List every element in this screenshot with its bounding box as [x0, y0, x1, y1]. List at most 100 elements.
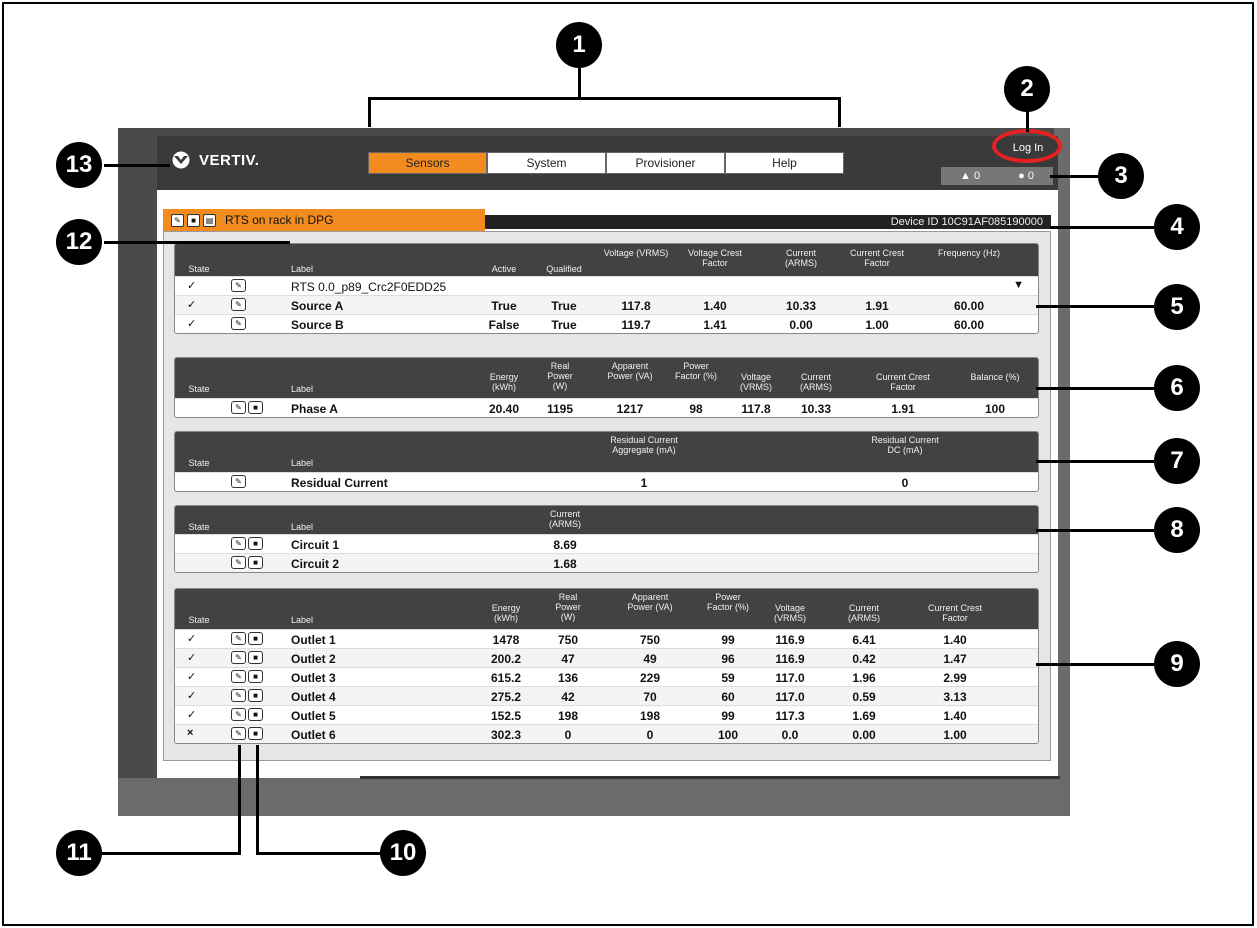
callout-1-bracket-left: [368, 97, 371, 127]
lock-icon[interactable]: ■: [248, 401, 263, 414]
lock-icon[interactable]: ■: [248, 670, 263, 683]
cell-residual-dc: 0: [901, 476, 909, 490]
cell-current: 1.96: [852, 671, 876, 685]
table-header: State Label Current (ARMS): [175, 506, 1038, 534]
cell-voltage: 117.0: [775, 671, 805, 685]
cell-real-power: 750: [557, 633, 579, 647]
wrench-icon[interactable]: ✎: [231, 279, 246, 292]
info-indicator[interactable]: ● 0: [1018, 170, 1034, 182]
cell-current: 0.00: [789, 318, 813, 332]
col-label: Label: [291, 264, 314, 274]
cell-apparent-power: 229: [639, 671, 661, 685]
cell-voltage: 117.3: [775, 709, 805, 723]
state-off-icon: ×: [187, 727, 194, 739]
wrench-icon[interactable]: ✎: [171, 213, 184, 227]
brand-name: VERTIV.: [199, 151, 260, 169]
settings-icon[interactable]: ▤: [203, 213, 216, 227]
col-voltage: Voltage (VRMS): [603, 248, 669, 258]
wrench-icon[interactable]: ✎: [231, 401, 246, 414]
lock-icon[interactable]: ■: [187, 213, 200, 227]
table-row[interactable]: ✎ ■ Circuit 2 1.68: [175, 553, 1038, 572]
lock-icon[interactable]: ■: [248, 632, 263, 645]
col-current: Current (ARMS): [785, 248, 817, 268]
table-row[interactable]: ✓ ✎ ■ Outlet 4 275.2 42 70 60 117.0 0.59 …: [175, 686, 1038, 705]
table-row[interactable]: ✎ Residual Current 1 0: [175, 472, 1038, 491]
lock-icon[interactable]: ■: [248, 727, 263, 740]
wrench-icon[interactable]: ✎: [231, 651, 246, 664]
row-label: Outlet 1: [291, 633, 336, 647]
col-real-power: Real Power (W): [547, 361, 573, 391]
cell-voltage: 116.9: [775, 633, 805, 647]
bottom-divider: [360, 776, 1060, 779]
state-check-icon: ✓: [187, 690, 197, 702]
wrench-icon[interactable]: ✎: [231, 475, 246, 488]
alarm-count: 0: [973, 170, 981, 182]
device-title-tab: ✎ ■ ▤ RTS on rack in DPG: [163, 209, 485, 231]
lock-icon[interactable]: ■: [248, 651, 263, 664]
wrench-icon[interactable]: ✎: [231, 689, 246, 702]
col-label: Label: [291, 522, 314, 532]
callout-badge-11: 11: [56, 830, 102, 876]
wrench-icon[interactable]: ✎: [231, 670, 246, 683]
lock-icon[interactable]: ■: [248, 689, 263, 702]
cell-current: 0.42: [852, 652, 876, 666]
table-row[interactable]: ✓ ✎ RTS 0.0_p89_Crc2F0EDD25 ▼: [175, 276, 1038, 295]
table-row[interactable]: ✎ ■ Phase A 20.40 1195 1217 98 117.8 10.3…: [175, 398, 1038, 417]
table-row[interactable]: ✓ ✎ Source B False True 119.7 1.41 0.00 …: [175, 314, 1038, 333]
callout-7-line: [1036, 460, 1154, 463]
table-row[interactable]: ✎ ■ Circuit 1 8.69: [175, 534, 1038, 553]
alarm-indicator[interactable]: ▲ 0: [960, 170, 980, 182]
table-row[interactable]: ✓ ✎ ■ Outlet 3 615.2 136 229 59 117.0 1.9…: [175, 667, 1038, 686]
tab-provisioner[interactable]: Provisioner: [606, 152, 725, 174]
callout-badge-1: 1: [556, 22, 602, 68]
col-label: Label: [291, 615, 314, 625]
state-check-icon: ✓: [187, 318, 197, 330]
col-current: Current (ARMS): [800, 372, 832, 392]
table-row[interactable]: × ✎ ■ Outlet 6 302.3 0 0 100 0.0 0.00 1.0…: [175, 724, 1038, 743]
cell-energy: 302.3: [490, 728, 522, 742]
info-count: 0: [1027, 170, 1034, 182]
lock-icon[interactable]: ■: [248, 556, 263, 569]
lock-icon[interactable]: ■: [248, 537, 263, 550]
col-energy: Energy (kWh): [489, 372, 519, 392]
tab-sensors[interactable]: Sensors: [368, 152, 487, 174]
wrench-icon[interactable]: ✎: [231, 727, 246, 740]
cell-real-power: 42: [561, 690, 575, 704]
cell-current: 1.69: [852, 709, 876, 723]
callout-11-line-h: [100, 852, 241, 855]
row-label: Residual Current: [291, 476, 388, 490]
wrench-icon[interactable]: ✎: [231, 317, 246, 330]
expand-caret-icon[interactable]: ▼: [1013, 279, 1024, 291]
wrench-icon[interactable]: ✎: [231, 298, 246, 311]
table-row[interactable]: ✓ ✎ ■ Outlet 1 1478 750 750 99 116.9 6.41…: [175, 629, 1038, 648]
tab-help[interactable]: Help: [725, 152, 844, 174]
state-check-icon: ✓: [187, 299, 197, 311]
wrench-icon[interactable]: ✎: [231, 537, 246, 550]
wrench-icon[interactable]: ✎: [231, 556, 246, 569]
col-state: State: [188, 264, 210, 274]
lock-icon[interactable]: ■: [248, 708, 263, 721]
cell-real-power: 136: [557, 671, 579, 685]
wrench-icon[interactable]: ✎: [231, 632, 246, 645]
cell-current-crest: 2.99: [943, 671, 967, 685]
alert-summary[interactable]: ▲ 0 ● 0: [941, 167, 1053, 185]
table-header: State Label Residual Current Aggregate (…: [175, 432, 1038, 472]
col-state: State: [188, 615, 210, 625]
wrench-icon[interactable]: ✎: [231, 708, 246, 721]
vertiv-logo[interactable]: VERTIV.: [170, 150, 259, 170]
col-current-crest: Current Crest Factor: [875, 372, 930, 392]
cell-apparent-power: 1217: [616, 402, 644, 416]
phase-table: State Label Energy (kWh) Real Power (W) …: [174, 357, 1039, 418]
tab-system[interactable]: System: [487, 152, 606, 174]
cell-energy: 200.2: [490, 652, 522, 666]
table-row[interactable]: ✓ ✎ Source A True True 117.8 1.40 10.33 …: [175, 295, 1038, 314]
state-check-icon: ✓: [187, 709, 197, 721]
cell-power-factor: 96: [721, 652, 735, 666]
col-current: Current (ARMS): [848, 603, 880, 623]
table-row[interactable]: ✓ ✎ ■ Outlet 5 152.5 198 198 99 117.3 1.6…: [175, 705, 1038, 724]
callout-badge-12: 12: [56, 219, 102, 265]
cell-active: False: [488, 318, 520, 332]
table-row[interactable]: ✓ ✎ ■ Outlet 2 200.2 47 49 96 116.9 0.42 …: [175, 648, 1038, 667]
cell-energy: 275.2: [490, 690, 522, 704]
login-highlight-ring: [992, 129, 1062, 163]
